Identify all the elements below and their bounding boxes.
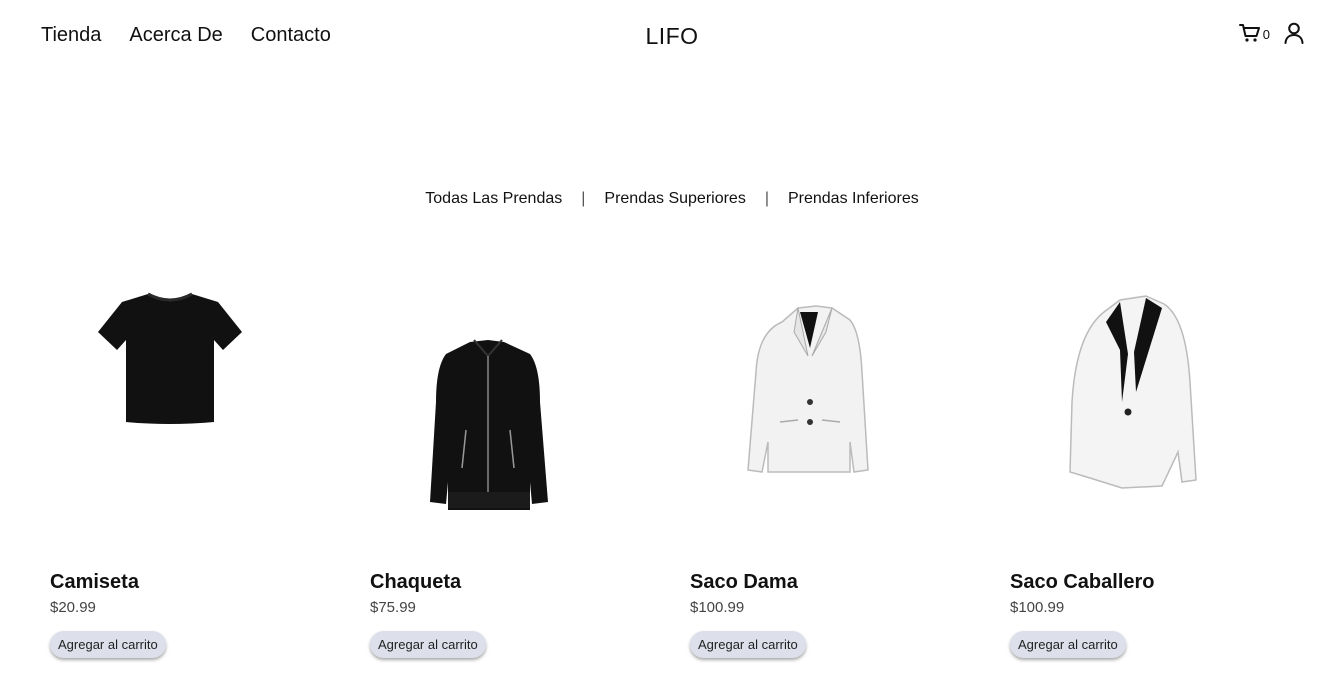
product-price: $20.99 [50, 599, 96, 616]
add-to-cart-button[interactable]: Agregar al carrito [1010, 631, 1126, 658]
product-title: Saco Dama [690, 571, 798, 593]
product-title: Chaqueta [370, 571, 462, 593]
nav-actions: 0 [1238, 22, 1304, 44]
category-filters: Todas Las Prendas | Prendas Superiores |… [0, 190, 1344, 208]
filter-inferiores[interactable]: Prendas Inferiores [784, 190, 923, 208]
nav-links: Tienda Acerca De Contacto [41, 22, 331, 48]
black-tshirt-image [98, 292, 242, 424]
product-price: $100.99 [1010, 599, 1065, 616]
add-to-cart-button[interactable]: Agregar al carrito [50, 631, 166, 658]
product-image[interactable] [1010, 272, 1250, 532]
cart-count: 0 [1262, 27, 1270, 42]
product-image[interactable] [370, 272, 610, 532]
product-image[interactable] [50, 272, 290, 532]
product-title: Saco Caballero [1010, 571, 1155, 593]
filter-separator: | [581, 190, 586, 207]
nav-link-contacto[interactable]: Contacto [251, 22, 331, 48]
nav-link-acerca-de[interactable]: Acerca De [129, 22, 222, 48]
filter-todas[interactable]: Todas Las Prendas [421, 190, 566, 208]
user-button[interactable] [1284, 22, 1304, 44]
black-jacket-image [430, 339, 548, 510]
product-card: Saco Caballero $100.99 Agregar al carrit… [1010, 272, 1330, 672]
product-grid: Camiseta $20.99 Agregar al carrito Chaqu… [50, 272, 1330, 672]
filter-superiores[interactable]: Prendas Superiores [600, 190, 749, 208]
add-to-cart-button[interactable]: Agregar al carrito [690, 631, 806, 658]
product-title: Camiseta [50, 571, 139, 593]
white-womens-blazer-image [747, 305, 869, 473]
white-mens-tuxedo-jacket-image [1069, 295, 1197, 489]
product-card: Saco Dama $100.99 Agregar al carrito [690, 272, 1010, 672]
filter-separator: | [764, 190, 769, 207]
user-icon [1284, 22, 1304, 44]
top-nav: Tienda Acerca De Contacto LIFO 0 [0, 0, 1344, 70]
product-image[interactable] [690, 272, 930, 532]
product-card: Camiseta $20.99 Agregar al carrito [50, 272, 370, 672]
product-price: $75.99 [370, 599, 416, 616]
product-price: $100.99 [690, 599, 745, 616]
nav-link-tienda[interactable]: Tienda [41, 22, 101, 48]
brand-logo[interactable]: LIFO [645, 23, 698, 49]
cart-button[interactable]: 0 [1238, 23, 1270, 43]
shopping-cart-icon [1238, 24, 1260, 42]
add-to-cart-button[interactable]: Agregar al carrito [370, 631, 486, 658]
product-card: Chaqueta $75.99 Agregar al carrito [370, 272, 690, 672]
